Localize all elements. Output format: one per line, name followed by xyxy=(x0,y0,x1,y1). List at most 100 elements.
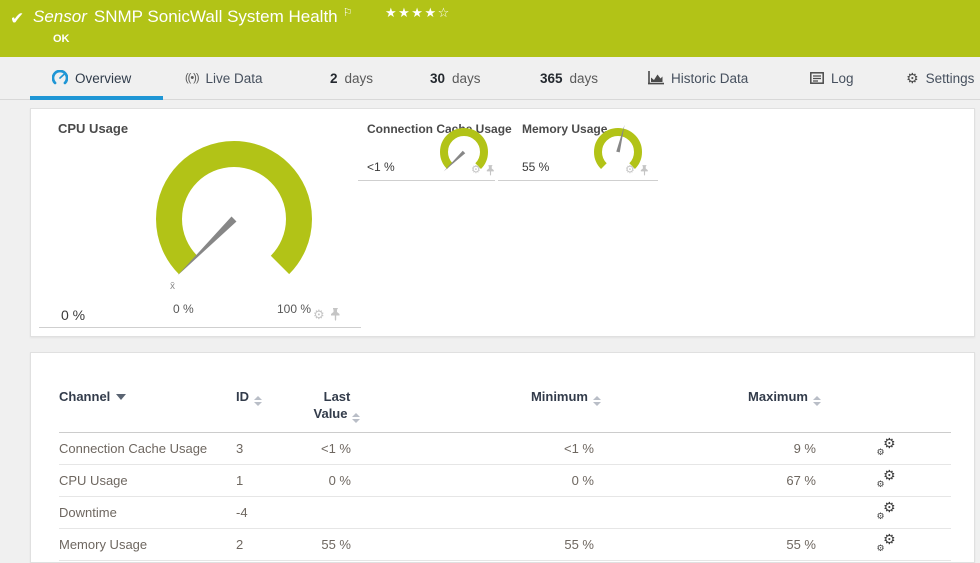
connection-gauge-value: <1 % xyxy=(367,160,395,174)
prtg-sensor-page: { "colors": { "brand_green": "#b2c317", … xyxy=(0,0,980,562)
cell-id: 2 xyxy=(236,528,314,560)
cell-minimum: <1 % xyxy=(361,432,601,464)
channel-settings-gears-icon[interactable]: ⚙⚙ xyxy=(877,535,896,551)
gear-icon[interactable]: ⚙ xyxy=(471,165,481,176)
pin-icon[interactable] xyxy=(640,165,649,176)
column-header-channel-label: Channel xyxy=(59,389,110,404)
stars-filled: ★★★★ xyxy=(385,5,438,20)
cell-minimum: 55 % xyxy=(361,528,601,560)
channel-table: Channel ID Last Value Minimum Maximum xyxy=(59,389,951,561)
flag-icon[interactable]: ⚐ xyxy=(343,6,353,19)
sensor-title-line: Sensor SNMP SonicWall System Health ⚐ xyxy=(33,7,355,27)
column-header-id[interactable]: ID xyxy=(236,389,314,432)
tab-overview[interactable]: Overview xyxy=(52,57,131,99)
memory-gauge-value: 55 % xyxy=(522,160,549,174)
tab-historic-data-label: Historic Data xyxy=(671,71,748,86)
object-kind-label: Sensor xyxy=(33,7,87,27)
sort-toggle-icon xyxy=(352,413,360,423)
memory-tile-actions: ⚙ xyxy=(625,165,649,176)
cell-last-value: 55 % xyxy=(314,528,361,560)
cell-last-value: 0 % xyxy=(314,464,361,496)
cell-minimum: 0 % xyxy=(361,464,601,496)
log-list-icon xyxy=(810,72,824,84)
tab-30-days-unit: days xyxy=(452,71,481,86)
column-header-actions xyxy=(821,389,951,432)
cpu-gauge-scale-max: 100 % xyxy=(277,302,311,316)
cell-id: 3 xyxy=(236,432,314,464)
sensor-status-text: OK xyxy=(53,33,70,45)
cell-actions: ⚙⚙ xyxy=(821,496,951,528)
table-row-memory-usage: Memory Usage 2 55 % 55 % 55 % ⚙⚙ xyxy=(59,528,951,560)
tab-historic-data[interactable]: Historic Data xyxy=(648,57,748,99)
column-header-minimum-label: Minimum xyxy=(531,389,588,404)
column-header-last-value-label: Last Value xyxy=(314,389,351,421)
cpu-tile-divider xyxy=(39,327,361,328)
column-header-minimum[interactable]: Minimum xyxy=(361,389,601,432)
cpu-gauge-mean-marker: x̄ xyxy=(170,281,175,292)
cell-maximum: 67 % xyxy=(601,464,821,496)
tab-live-data[interactable]: ((•)) Live Data xyxy=(185,57,263,99)
sort-toggle-icon xyxy=(254,396,262,406)
channel-settings-gears-icon[interactable]: ⚙⚙ xyxy=(877,439,896,455)
sort-toggle-icon xyxy=(593,396,601,406)
tab-settings[interactable]: ⚙ Settings xyxy=(906,57,974,99)
gauge-icon xyxy=(52,70,68,86)
cell-channel[interactable]: Memory Usage xyxy=(59,528,236,560)
tab-365-days-number: 365 xyxy=(540,71,563,86)
column-header-channel[interactable]: Channel xyxy=(59,389,236,432)
cell-id: -4 xyxy=(236,496,314,528)
cell-actions: ⚙⚙ xyxy=(821,432,951,464)
cell-minimum xyxy=(361,496,601,528)
channel-settings-gears-icon[interactable]: ⚙⚙ xyxy=(877,471,896,487)
column-header-maximum-label: Maximum xyxy=(748,389,808,404)
memory-tile-divider xyxy=(498,180,658,181)
cell-channel[interactable]: Downtime xyxy=(59,496,236,528)
overview-gauges-panel: CPU Usage x̄ 0 % 100 % 0 % ⚙ Connection … xyxy=(30,108,975,337)
connection-tile-divider xyxy=(358,180,495,181)
cell-maximum: 9 % xyxy=(601,432,821,464)
channel-table-panel: Channel ID Last Value Minimum Maximum xyxy=(30,352,975,563)
channel-settings-gears-icon[interactable]: ⚙⚙ xyxy=(877,503,896,519)
connection-tile-actions: ⚙ xyxy=(471,165,495,176)
gear-icon[interactable]: ⚙ xyxy=(625,165,635,176)
broadcast-icon: ((•)) xyxy=(185,72,199,84)
sensor-status-header: ✔ Sensor SNMP SonicWall System Health ⚐ … xyxy=(0,0,980,57)
cell-actions: ⚙⚙ xyxy=(821,464,951,496)
tab-365-days[interactable]: 365 days xyxy=(540,57,598,99)
area-chart-icon xyxy=(648,71,664,85)
cell-maximum xyxy=(601,496,821,528)
tab-30-days-number: 30 xyxy=(430,71,445,86)
gear-icon[interactable]: ⚙ xyxy=(313,308,325,321)
channel-table-header-row: Channel ID Last Value Minimum Maximum xyxy=(59,389,951,432)
cpu-tile-actions: ⚙ xyxy=(313,308,341,321)
cpu-gauge-value: 0 % xyxy=(61,307,85,323)
tab-30-days[interactable]: 30 days xyxy=(430,57,481,99)
tab-overview-label: Overview xyxy=(75,71,131,86)
tab-bar: Overview ((•)) Live Data 2 days 30 days … xyxy=(0,57,980,100)
cell-channel[interactable]: CPU Usage xyxy=(59,464,236,496)
tab-2-days[interactable]: 2 days xyxy=(330,57,373,99)
pin-icon[interactable] xyxy=(330,308,341,321)
star-empty: ☆ xyxy=(438,5,451,20)
sort-descending-icon xyxy=(116,394,126,400)
cell-id: 1 xyxy=(236,464,314,496)
column-header-last-value[interactable]: Last Value xyxy=(314,389,361,432)
gear-icon: ⚙ xyxy=(906,71,919,85)
tab-2-days-unit: days xyxy=(345,71,374,86)
cpu-gauge-title: CPU Usage xyxy=(58,121,128,136)
column-header-id-label: ID xyxy=(236,389,249,404)
table-row-downtime: Downtime -4 ⚙⚙ xyxy=(59,496,951,528)
column-header-maximum[interactable]: Maximum xyxy=(601,389,821,432)
priority-stars[interactable]: ★★★★☆ xyxy=(385,5,451,21)
cell-actions: ⚙⚙ xyxy=(821,528,951,560)
status-ok-check-icon: ✔ xyxy=(10,9,24,29)
pin-icon[interactable] xyxy=(486,165,495,176)
active-tab-underline xyxy=(30,96,163,100)
cell-channel[interactable]: Connection Cache Usage xyxy=(59,432,236,464)
tab-log[interactable]: Log xyxy=(810,57,854,99)
tab-log-label: Log xyxy=(831,71,854,86)
tab-365-days-unit: days xyxy=(570,71,599,86)
table-row-connection-cache-usage: Connection Cache Usage 3 <1 % <1 % 9 % ⚙… xyxy=(59,432,951,464)
tab-live-data-label: Live Data xyxy=(206,71,263,86)
cell-last-value: <1 % xyxy=(314,432,361,464)
